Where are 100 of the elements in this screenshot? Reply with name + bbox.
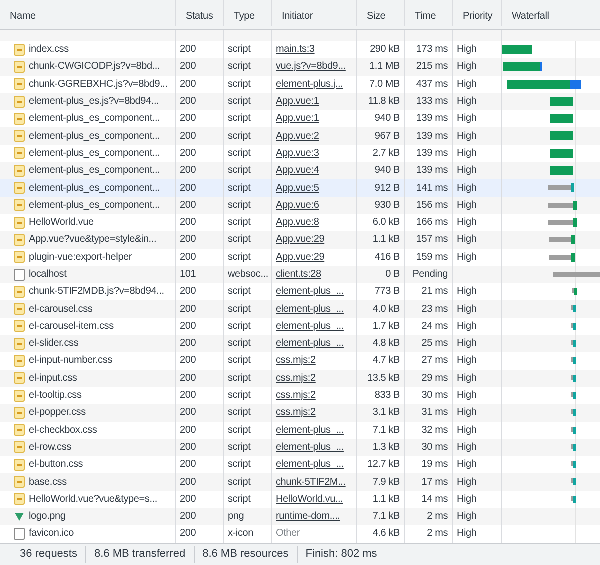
initiator-link[interactable]: App.vue:6 — [276, 198, 320, 213]
column-header[interactable]: Waterfall — [502, 2, 550, 24]
request-type: script — [228, 250, 251, 265]
request-row[interactable]: el-button.css 200 script element-plus_... 12.7 kB 19 ms High — [0, 456, 600, 474]
initiator-link[interactable]: App.vue:5 — [276, 180, 320, 196]
request-row[interactable]: element-plus_es.js?v=8bd94... 200 script App.vue:1 11.8 kB 133 ms High — [0, 92, 600, 110]
initiator-link[interactable]: App.vue:1 — [276, 111, 320, 126]
initiator-link[interactable]: element-plus_... — [276, 457, 344, 472]
status-code: 200 — [180, 320, 196, 334]
size-value: 912 B — [374, 182, 400, 196]
request-row[interactable]: el-slider.css 200 script element-plus_... 4.8 kB 25 ms High — [0, 335, 600, 352]
column-header[interactable]: Initiator — [272, 2, 313, 24]
script-file-icon — [14, 458, 25, 471]
request-row[interactable]: index.css 200 script main.ts:3 290 kB 173 ms High — [0, 41, 600, 58]
column-header[interactable]: Type — [224, 2, 255, 24]
initiator-text: Other — [276, 527, 300, 542]
initiator-link[interactable]: App.vue:2 — [276, 128, 320, 144]
initiator-link[interactable]: App.vue:8 — [276, 215, 320, 230]
request-row[interactable]: localhost 101 websoc... client.ts:28 0 B Pending — [0, 266, 600, 284]
initiator-link[interactable]: App.vue:1 — [276, 94, 320, 110]
column-header[interactable]: Status — [176, 2, 214, 24]
request-name: element-plus_es_component... — [29, 146, 160, 161]
request-row[interactable]: element-plus_es_component... 200 script App.vue:5 912 B 141 ms High — [0, 179, 600, 197]
initiator-link[interactable]: css.mjs:2 — [276, 388, 316, 404]
priority-value: High — [457, 164, 477, 178]
request-name: chunk-5TIF2MDB.js?v=8bd94... — [29, 285, 164, 300]
initiator-link[interactable]: HelloWorld.vu... — [276, 492, 344, 507]
size-value: 416 B — [374, 250, 400, 265]
initiator-link[interactable]: element-plus_... — [276, 284, 344, 300]
waterfall-bar — [549, 235, 575, 244]
initiator-link[interactable]: chunk-5TIF2M... — [276, 474, 346, 490]
request-row[interactable]: el-checkbox.css 200 script element-plus_... 7.1 kB 32 ms High — [0, 422, 600, 439]
request-row[interactable]: logo.png 200 png runtime-dom.... 7.1 kB 2 ms High — [0, 508, 600, 526]
initiator-link[interactable]: element-plus_... — [276, 422, 344, 438]
initiator-link[interactable]: runtime-dom.... — [276, 509, 340, 524]
request-row[interactable]: HelloWorld.vue 200 script App.vue:8 6.0 kB 166 ms High — [0, 214, 600, 232]
status-code: 200 — [180, 112, 196, 126]
priority-value: High — [457, 78, 477, 92]
request-row[interactable]: element-plus_es_component... 200 script App.vue:2 967 B 139 ms High — [0, 127, 600, 145]
request-name: base.css — [29, 476, 67, 490]
request-row[interactable]: chunk-5TIF2MDB.js?v=8bd94... 200 script element-plus_... 773 B 21 ms High — [0, 283, 600, 300]
request-row[interactable]: el-row.css 200 script element-plus_... 1.3 kB 30 ms High — [0, 438, 600, 456]
size-value: 1.1 kB — [372, 233, 400, 248]
column-header[interactable]: Name — [0, 2, 36, 24]
time-value: 157 ms — [416, 233, 448, 248]
request-row[interactable]: plugin-vue:export-helper 200 script App.vue:29 416 B 159 ms High — [0, 248, 600, 266]
script-file-icon — [14, 216, 25, 229]
initiator-link[interactable]: App.vue:29 — [276, 232, 325, 248]
initiator-link[interactable]: main.ts:3 — [276, 42, 315, 58]
request-row[interactable]: base.css 200 script chunk-5TIF2M... 7.9 kB 17 ms High — [0, 473, 600, 491]
request-row[interactable]: chunk-CWGICODP.js?v=8bd... 200 script vue.js?v=8bd9... 1.1 MB 215 ms High — [0, 58, 600, 76]
request-row[interactable]: element-plus_es_component... 200 script App.vue:6 930 B 156 ms High — [0, 196, 600, 214]
initiator-link[interactable]: App.vue:4 — [276, 163, 320, 178]
column-header[interactable]: Size — [357, 2, 386, 24]
script-file-icon — [14, 60, 25, 73]
initiator-link[interactable]: element-plus_... — [276, 318, 344, 334]
initiator-link[interactable]: vue.js?v=8bd9... — [276, 59, 346, 74]
request-row[interactable]: el-carousel.css 200 script element-plus_... 4.0 kB 23 ms High — [0, 300, 600, 318]
request-row[interactable]: App.vue?vue&type=style&in... 200 script App.vue:29 1.1 kB 157 ms High — [0, 231, 600, 249]
request-row[interactable]: element-plus_es_component... 200 script App.vue:1 940 B 139 ms High — [0, 110, 600, 128]
initiator-link[interactable]: element-plus_... — [276, 336, 344, 352]
request-row[interactable]: el-input.css 200 script css.mjs:2 13.5 kB 29 ms High — [0, 370, 600, 387]
status-code: 200 — [180, 146, 196, 161]
priority-value: High — [457, 302, 477, 317]
waterfall-bar — [550, 148, 573, 158]
script-file-icon — [14, 251, 25, 264]
priority-value: High — [457, 60, 477, 74]
request-name: element-plus_es_component... — [29, 164, 160, 178]
column-header[interactable]: Time — [405, 2, 436, 24]
request-name: element-plus_es.js?v=8bd94... — [29, 95, 160, 110]
initiator-link[interactable]: css.mjs:2 — [276, 370, 316, 386]
script-file-icon — [14, 354, 25, 367]
status-bar-text: Finish: 802 ms — [296, 546, 386, 563]
waterfall-bar — [553, 270, 600, 279]
column-header[interactable]: Priority — [453, 2, 493, 24]
status-code: 200 — [180, 354, 196, 368]
time-value: 173 ms — [416, 43, 448, 58]
time-value: 133 ms — [416, 95, 448, 110]
initiator-link[interactable]: element-plus_... — [276, 302, 344, 317]
initiator-link[interactable]: App.vue:29 — [276, 250, 325, 265]
status-code: 200 — [180, 440, 196, 455]
script-file-icon — [14, 44, 25, 56]
size-value: 930 B — [374, 198, 400, 213]
time-value: Pending — [412, 268, 448, 282]
waterfall-bar — [571, 390, 576, 400]
request-row[interactable]: HelloWorld.vue?vue&type=s... 200 script HelloWorld.vu... 1.1 kB 14 ms High — [0, 490, 600, 508]
initiator-link[interactable]: css.mjs:2 — [276, 353, 316, 368]
size-value: 4.7 kB — [372, 354, 400, 368]
initiator-link[interactable]: element-plus_... — [276, 440, 344, 455]
initiator-link[interactable]: css.mjs:2 — [276, 405, 316, 420]
initiator-link[interactable]: element-plus.j... — [276, 76, 344, 92]
request-row[interactable]: chunk-GGREBXHC.js?v=8bd9... 200 script element-plus.j... 7.0 MB 437 ms High — [0, 76, 600, 93]
request-row[interactable]: element-plus_es_component... 200 script App.vue:4 940 B 139 ms High — [0, 162, 600, 180]
priority-value: High — [457, 320, 477, 334]
initiator-link[interactable]: client.ts:28 — [276, 267, 322, 282]
initiator-link[interactable]: App.vue:3 — [276, 146, 320, 161]
size-value: 1.1 MB — [370, 60, 400, 74]
request-row[interactable]: el-popper.css 200 script css.mjs:2 3.1 kB 31 ms High — [0, 404, 600, 422]
size-value: 773 B — [374, 285, 400, 300]
priority-value: High — [457, 406, 477, 420]
